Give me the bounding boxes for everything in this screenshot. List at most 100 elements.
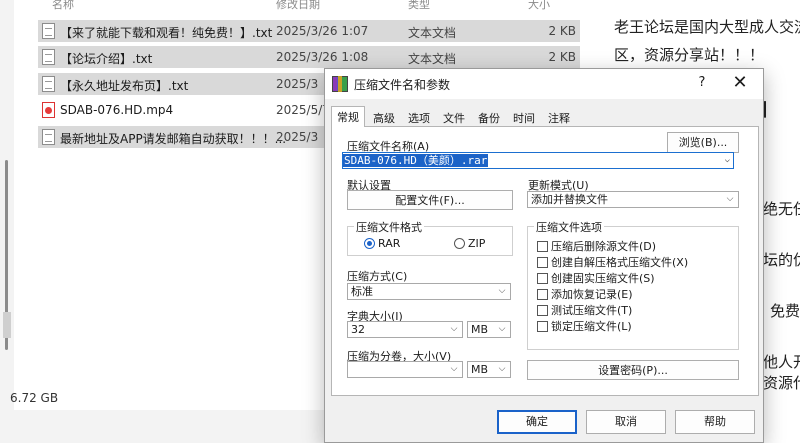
chevron-down-icon: ⌵ — [498, 286, 506, 296]
help-button[interactable]: 帮助 — [675, 410, 755, 434]
option-solid-checkbox[interactable]: 创建固实压缩文件(S) — [537, 270, 655, 286]
web-text-line: 老王论坛是国内大型成人交流 — [614, 18, 800, 36]
close-icon[interactable]: ✕ — [730, 73, 750, 93]
web-text-line: 免费 — [770, 302, 800, 320]
compression-method-select[interactable]: 标准 ⌵ — [347, 283, 511, 300]
update-mode-select[interactable]: 添加并替换文件 ⌵ — [527, 191, 739, 208]
file-modified: 2025/3 — [276, 130, 319, 144]
file-name: 最新地址及APP请发邮箱自动获取！！！... — [60, 132, 287, 146]
tab-advanced[interactable]: 高级 — [367, 108, 401, 126]
set-password-button[interactable]: 设置密码(P)... — [527, 360, 739, 380]
text-file-icon — [42, 129, 55, 145]
tab-time[interactable]: 时间 — [507, 108, 541, 126]
web-text-line: 坛的优 — [763, 251, 800, 269]
column-header-type[interactable]: 类型 — [408, 0, 430, 12]
file-modified: 2025/3/26 1:08 — [276, 50, 369, 64]
nav-item-highlight — [3, 312, 11, 338]
file-name: 【论坛介绍】.txt — [60, 52, 153, 66]
option-test-archive-checkbox[interactable]: 测试压缩文件(T) — [537, 302, 632, 318]
compression-method-label: 压缩方式(C) — [347, 270, 408, 283]
archive-name-input[interactable]: SDAB-076.HD（美颜）.rar ⌵ — [342, 152, 734, 169]
status-bar: 6.72 GB — [0, 388, 330, 408]
chevron-down-icon: ⌵ — [498, 364, 506, 374]
file-size: 2 KB — [548, 24, 576, 38]
status-selection-size: 6.72 GB — [10, 391, 59, 405]
dialog-titlebar[interactable]: 压缩文件名和参数 ? ✕ — [325, 69, 763, 99]
file-row[interactable]: 【论坛介绍】.txt 2025/3/26 1:08 文本文档 2 KB — [38, 46, 580, 68]
tab-general[interactable]: 常规 — [331, 106, 365, 127]
tab-comment[interactable]: 注释 — [542, 108, 576, 126]
split-volume-size-input[interactable]: ⌵ — [347, 361, 463, 378]
cancel-button[interactable]: 取消 — [586, 410, 666, 434]
format-rar-label: RAR — [378, 237, 401, 250]
column-header-size[interactable]: 大小 — [528, 0, 550, 12]
archive-options-group-title: 压缩文件选项 — [534, 219, 604, 235]
tab-files[interactable]: 文件 — [437, 108, 471, 126]
tab-backup[interactable]: 备份 — [472, 108, 506, 126]
archive-format-group: 压缩文件格式 RAR ZIP — [347, 219, 513, 256]
checkbox-unchecked-icon — [537, 289, 548, 300]
text-file-icon — [42, 23, 55, 39]
option-sfx-checkbox[interactable]: 创建自解压格式压缩文件(X) — [537, 254, 688, 270]
option-label: 锁定压缩文件(L) — [551, 320, 632, 333]
format-rar-radio[interactable]: RAR — [364, 237, 400, 250]
dictionary-size-select[interactable]: 32 ⌵ — [347, 321, 463, 338]
option-label: 创建固实压缩文件(S) — [551, 272, 655, 285]
option-lock-archive-checkbox[interactable]: 锁定压缩文件(L) — [537, 318, 632, 334]
checkbox-unchecked-icon — [537, 321, 548, 332]
option-label: 压缩后删除源文件(D) — [551, 240, 657, 253]
file-modified: 2025/5/7 — [276, 103, 330, 117]
video-file-icon — [42, 102, 55, 118]
archive-format-group-title: 压缩文件格式 — [354, 219, 424, 235]
navigation-pane-edge — [0, 0, 14, 410]
chevron-down-icon: ⌵ — [498, 324, 506, 334]
format-zip-radio[interactable]: ZIP — [454, 237, 485, 250]
text-file-icon — [42, 49, 55, 65]
checkbox-unchecked-icon — [537, 241, 548, 252]
web-text-line: 资源代 — [763, 374, 800, 392]
chevron-down-icon[interactable]: ⌵ — [725, 153, 730, 168]
checkbox-unchecked-icon — [537, 273, 548, 284]
dialog-title: 压缩文件名和参数 — [354, 78, 451, 92]
split-volume-unit-value: MB — [471, 363, 489, 376]
chevron-down-icon: ⌵ — [726, 194, 734, 204]
winrar-app-icon — [332, 76, 348, 92]
chevron-down-icon: ⌵ — [450, 364, 458, 374]
web-text-line: 绝无任 — [763, 200, 800, 218]
text-file-icon — [42, 76, 55, 92]
profiles-button[interactable]: 配置文件(F)... — [347, 190, 513, 210]
file-size: 2 KB — [548, 50, 576, 64]
radio-selected-icon — [364, 238, 375, 249]
option-label: 创建自解压格式压缩文件(X) — [551, 256, 689, 269]
radio-unselected-icon — [454, 238, 465, 249]
web-text-line: 区，资源分享站！！！ — [614, 46, 765, 64]
checkbox-unchecked-icon — [537, 257, 548, 268]
chevron-down-icon: ⌵ — [450, 324, 458, 334]
column-header-modified[interactable]: 修改日期 — [276, 0, 320, 12]
help-icon[interactable]: ? — [694, 75, 710, 93]
browse-button[interactable]: 浏览(B)... — [667, 132, 739, 153]
dictionary-unit-value: MB — [471, 323, 489, 336]
ok-button[interactable]: 确定 — [497, 410, 577, 434]
compression-method-value: 标准 — [351, 285, 373, 298]
archive-name-and-parameters-dialog: 压缩文件名和参数 ? ✕ 常规 高级 选项 文件 备份 时间 注释 压缩文件名称… — [324, 68, 764, 443]
option-recovery-record-checkbox[interactable]: 添加恢复记录(E) — [537, 286, 633, 302]
archive-name-value: SDAB-076.HD（美颜）.rar — [343, 154, 489, 167]
dictionary-size-value: 32 — [351, 323, 365, 336]
file-row[interactable]: 【来了就能下载和观看！纯免费！】.txt 2025/3/26 1:07 文本文档… — [38, 20, 580, 42]
format-zip-label: ZIP — [468, 237, 486, 250]
dialog-tabs: 常规 高级 选项 文件 备份 时间 注释 — [331, 106, 759, 127]
file-name: 【永久地址发布页】.txt — [60, 79, 189, 93]
tab-options[interactable]: 选项 — [402, 108, 436, 126]
split-volume-unit-select[interactable]: MB ⌵ — [467, 361, 511, 378]
option-label: 添加恢复记录(E) — [551, 288, 633, 301]
dictionary-unit-select[interactable]: MB ⌵ — [467, 321, 511, 338]
option-label: 测试压缩文件(T) — [551, 304, 633, 317]
file-type: 文本文档 — [408, 26, 457, 40]
option-delete-after-checkbox[interactable]: 压缩后删除源文件(D) — [537, 238, 656, 254]
web-text-line: 他人开 — [763, 353, 800, 371]
file-modified: 2025/3/26 1:07 — [276, 24, 369, 38]
file-name: SDAB-076.HD.mp4 — [60, 103, 174, 117]
column-header-name[interactable]: 名称 — [52, 0, 74, 12]
file-type: 文本文档 — [408, 52, 457, 66]
